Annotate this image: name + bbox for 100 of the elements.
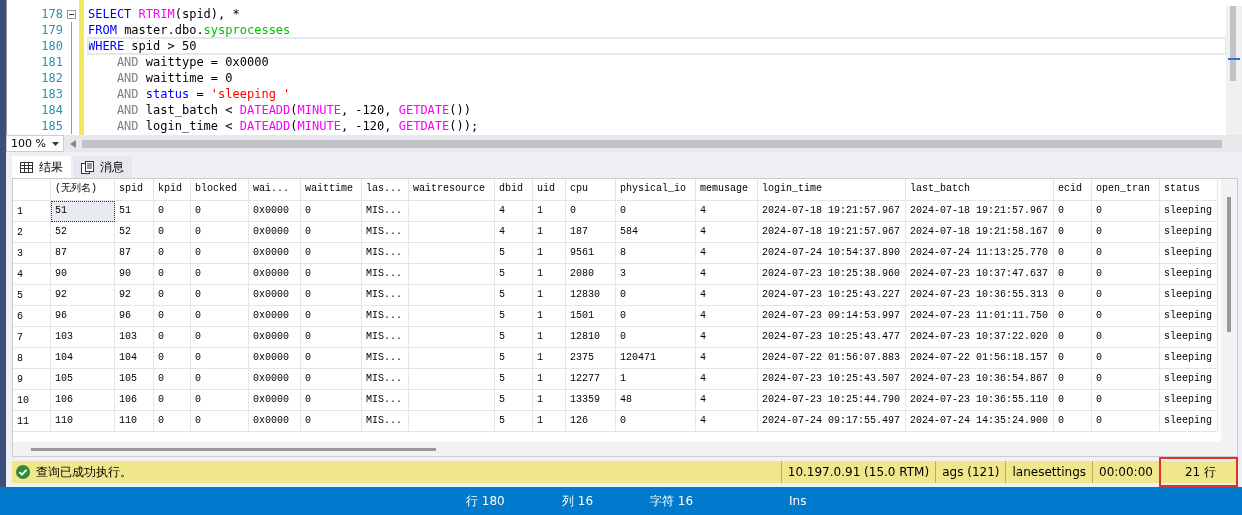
table-cell: 2024-07-18 19:21:57.967 (758, 201, 906, 222)
table-cell: 0 (191, 411, 249, 432)
table-cell: 0 (191, 390, 249, 411)
column-header[interactable]: physical_io (616, 179, 696, 201)
table-cell: 1 (616, 369, 696, 390)
table-cell: 0 (154, 264, 191, 285)
row-number: 4 (13, 264, 51, 285)
table-cell: 0 (1054, 222, 1092, 243)
code-line: AND login_time < DATEADD(MINUTE, -120, GETDATE()); (115, 118, 480, 134)
table-cell: 8 (616, 243, 696, 264)
column-header[interactable]: wai... (249, 179, 301, 201)
table-cell: 4 (696, 285, 758, 306)
line-number: 181 (40, 54, 63, 70)
column-header[interactable]: kpid (154, 179, 191, 201)
column-header[interactable]: login_time (758, 179, 906, 201)
table-cell: 2024-07-18 19:21:58.167 (906, 222, 1054, 243)
row-number: 11 (13, 411, 51, 432)
vertical-scrollbar[interactable] (1226, 6, 1242, 135)
column-header[interactable]: uid (533, 179, 566, 201)
table-cell: 0 (1092, 369, 1160, 390)
table-cell: 104 (115, 348, 154, 369)
table-cell: 0x0000 (249, 285, 301, 306)
table-cell: 5 (495, 390, 533, 411)
column-header[interactable]: waitresource (409, 179, 495, 201)
table-cell: 0 (191, 222, 249, 243)
table-cell: 0 (1054, 348, 1092, 369)
table-cell: 0x0000 (249, 306, 301, 327)
column-header[interactable]: status (1160, 179, 1218, 201)
table-cell: 105 (51, 369, 115, 390)
table-cell: 0 (616, 306, 696, 327)
table-cell: 0 (301, 264, 362, 285)
table-cell: 2080 (566, 264, 616, 285)
table-cell: 5 (495, 348, 533, 369)
table-cell: 2024-07-23 09:14:53.997 (758, 306, 906, 327)
status-item: ags (121) (935, 461, 1006, 483)
table-cell: 2024-07-22 01:56:07.883 (758, 348, 906, 369)
table-cell: 1 (533, 222, 566, 243)
column-header[interactable]: ecid (1054, 179, 1092, 201)
column-header[interactable]: spid (115, 179, 154, 201)
table-cell: 0 (301, 306, 362, 327)
table-cell: 48 (616, 390, 696, 411)
table-cell: 2024-07-23 10:36:54.867 (906, 369, 1054, 390)
zoom-dropdown[interactable]: 100 % (6, 135, 64, 152)
table-cell: 1 (533, 369, 566, 390)
table-cell: 0 (1092, 327, 1160, 348)
results-tab[interactable]: 结果 (12, 156, 71, 178)
table-cell: 5 (495, 285, 533, 306)
column-header[interactable]: cpu (566, 179, 616, 201)
column-header[interactable]: open_tran (1092, 179, 1160, 201)
table-cell: 0 (191, 348, 249, 369)
column-header[interactable]: last_batch (906, 179, 1054, 201)
table-cell: 0x0000 (249, 327, 301, 348)
table-cell: MIS... (362, 285, 409, 306)
table-cell: 0 (154, 369, 191, 390)
table-cell: 5 (495, 264, 533, 285)
results-tab[interactable]: 消息 (73, 156, 132, 178)
table-cell: 0 (301, 201, 362, 222)
table-cell: 90 (51, 264, 115, 285)
row-number: 10 (13, 390, 51, 411)
status-message: 查询已成功执行。 (36, 463, 133, 481)
table-cell: 92 (51, 285, 115, 306)
table-cell: MIS... (362, 348, 409, 369)
table-cell: 0 (154, 327, 191, 348)
column-header[interactable]: blocked (191, 179, 249, 201)
table-cell: 1 (533, 285, 566, 306)
line-number: 185 (40, 118, 63, 134)
code-line: AND waittype = 0x0000 (115, 54, 270, 70)
horizontal-scrollbar[interactable] (13, 442, 1237, 456)
column-header[interactable]: dbid (495, 179, 533, 201)
line-number: 178 (40, 6, 63, 22)
table-cell: 90 (115, 264, 154, 285)
table-cell: 0 (1092, 201, 1160, 222)
table-cell: 0 (301, 411, 362, 432)
table-cell: 0 (1054, 369, 1092, 390)
table-cell: 0 (1092, 348, 1160, 369)
line-number: 179 (40, 22, 63, 38)
table-cell: 2024-07-23 10:25:43.477 (758, 327, 906, 348)
table-cell: 0x0000 (249, 264, 301, 285)
horizontal-scrollbar[interactable] (64, 135, 1242, 152)
table-cell: 0 (1054, 390, 1092, 411)
table-cell: 2024-07-23 10:25:43.507 (758, 369, 906, 390)
table-cell: 96 (115, 306, 154, 327)
vertical-scrollbar[interactable] (1221, 179, 1237, 442)
table-cell: 1 (533, 264, 566, 285)
column-header[interactable]: las... (362, 179, 409, 201)
column-header[interactable]: memusage (696, 179, 758, 201)
code-line: WHERE spid > 50 (88, 38, 1226, 54)
table-cell: 584 (616, 222, 696, 243)
table-cell: 4 (696, 327, 758, 348)
table-cell: 0x0000 (249, 348, 301, 369)
line-number: 180 (40, 38, 63, 54)
table-cell: 0 (1054, 285, 1092, 306)
caret-icon (52, 141, 59, 146)
scroll-left-icon[interactable] (70, 139, 76, 148)
table-cell: 0 (191, 306, 249, 327)
column-header[interactable]: waittime (301, 179, 362, 201)
table-cell: 0 (616, 285, 696, 306)
table-cell: 2024-07-23 10:36:55.313 (906, 285, 1054, 306)
table-cell: 0 (566, 201, 616, 222)
table-cell: MIS... (362, 390, 409, 411)
